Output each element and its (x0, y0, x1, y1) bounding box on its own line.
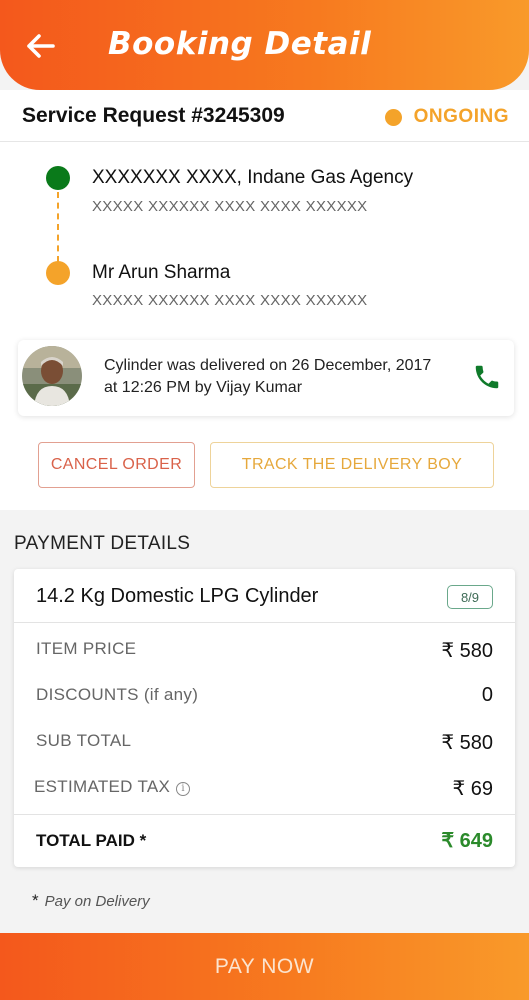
footnote-marker: * (32, 891, 39, 910)
divider (14, 622, 515, 623)
estimated-tax-value: ₹ 69 (452, 778, 493, 800)
delivery-message: Cylinder was delivered on 26 December, 2… (104, 357, 432, 396)
total-paid-value: ₹ 649 (441, 830, 493, 852)
discounts-label: DISCOUNTS (if any) (36, 685, 199, 704)
subtotal-label: SUB TOTAL (36, 731, 132, 750)
status-dot-icon (384, 108, 402, 126)
estimated-tax-row-label: ESTIMATED TAX i (34, 777, 191, 797)
destination-dot-icon (46, 261, 70, 285)
pay-now-button[interactable]: PAY NOW (0, 933, 529, 1000)
request-header: Service Request #3245309 ONGOING (0, 90, 529, 142)
phone-icon[interactable] (472, 362, 502, 392)
info-icon[interactable]: i (176, 782, 191, 796)
item-price-value: ₹ 580 (441, 640, 493, 662)
origin-dot-icon (46, 166, 70, 190)
total-paid-label: TOTAL PAID * (36, 831, 147, 850)
footnote-text: Pay on Delivery (44, 893, 150, 910)
page-title: Booking Detail (108, 26, 372, 62)
origin-address: XXXXX XXXXXX XXXX XXXX XXXXXX (92, 198, 368, 215)
item-price-label: ITEM PRICE (36, 639, 137, 658)
origin-name: XXXXXXX XXXX, Indane Gas Agency (92, 167, 414, 188)
product-name: 14.2 Kg Domestic LPG Cylinder (36, 585, 319, 607)
divider (14, 814, 515, 815)
cancel-order-button[interactable]: CANCEL ORDER (38, 442, 195, 488)
discounts-value: 0 (481, 684, 493, 706)
destination-name: Mr Arun Sharma (92, 262, 231, 283)
delivery-person-avatar (22, 346, 82, 406)
destination-address: XXXXX XXXXXX XXXX XXXX XXXXXX (92, 292, 368, 309)
track-delivery-button[interactable]: TRACK THE DELIVERY BOY (210, 442, 494, 488)
payment-heading: PAYMENT DETAILS (14, 533, 191, 554)
route-connector (57, 192, 59, 262)
delivery-status-card: Cylinder was delivered on 26 December, 2… (18, 340, 514, 416)
request-id: Service Request #3245309 (22, 104, 285, 127)
quantity-badge: 8/9 (447, 585, 493, 609)
payment-card: 14.2 Kg Domestic LPG Cylinder 8/9 ITEM P… (14, 569, 515, 867)
status-badge: ONGOING (384, 106, 509, 128)
app-header: Booking Detail (0, 0, 529, 90)
estimated-tax-label: ESTIMATED TAX (34, 777, 171, 796)
subtotal-value: ₹ 580 (441, 732, 493, 754)
back-arrow-icon[interactable] (24, 26, 58, 66)
status-label: ONGOING (413, 106, 509, 127)
footnote: * Pay on Delivery (32, 891, 150, 911)
booking-summary: Service Request #3245309 ONGOING XXXXXXX… (0, 90, 529, 510)
